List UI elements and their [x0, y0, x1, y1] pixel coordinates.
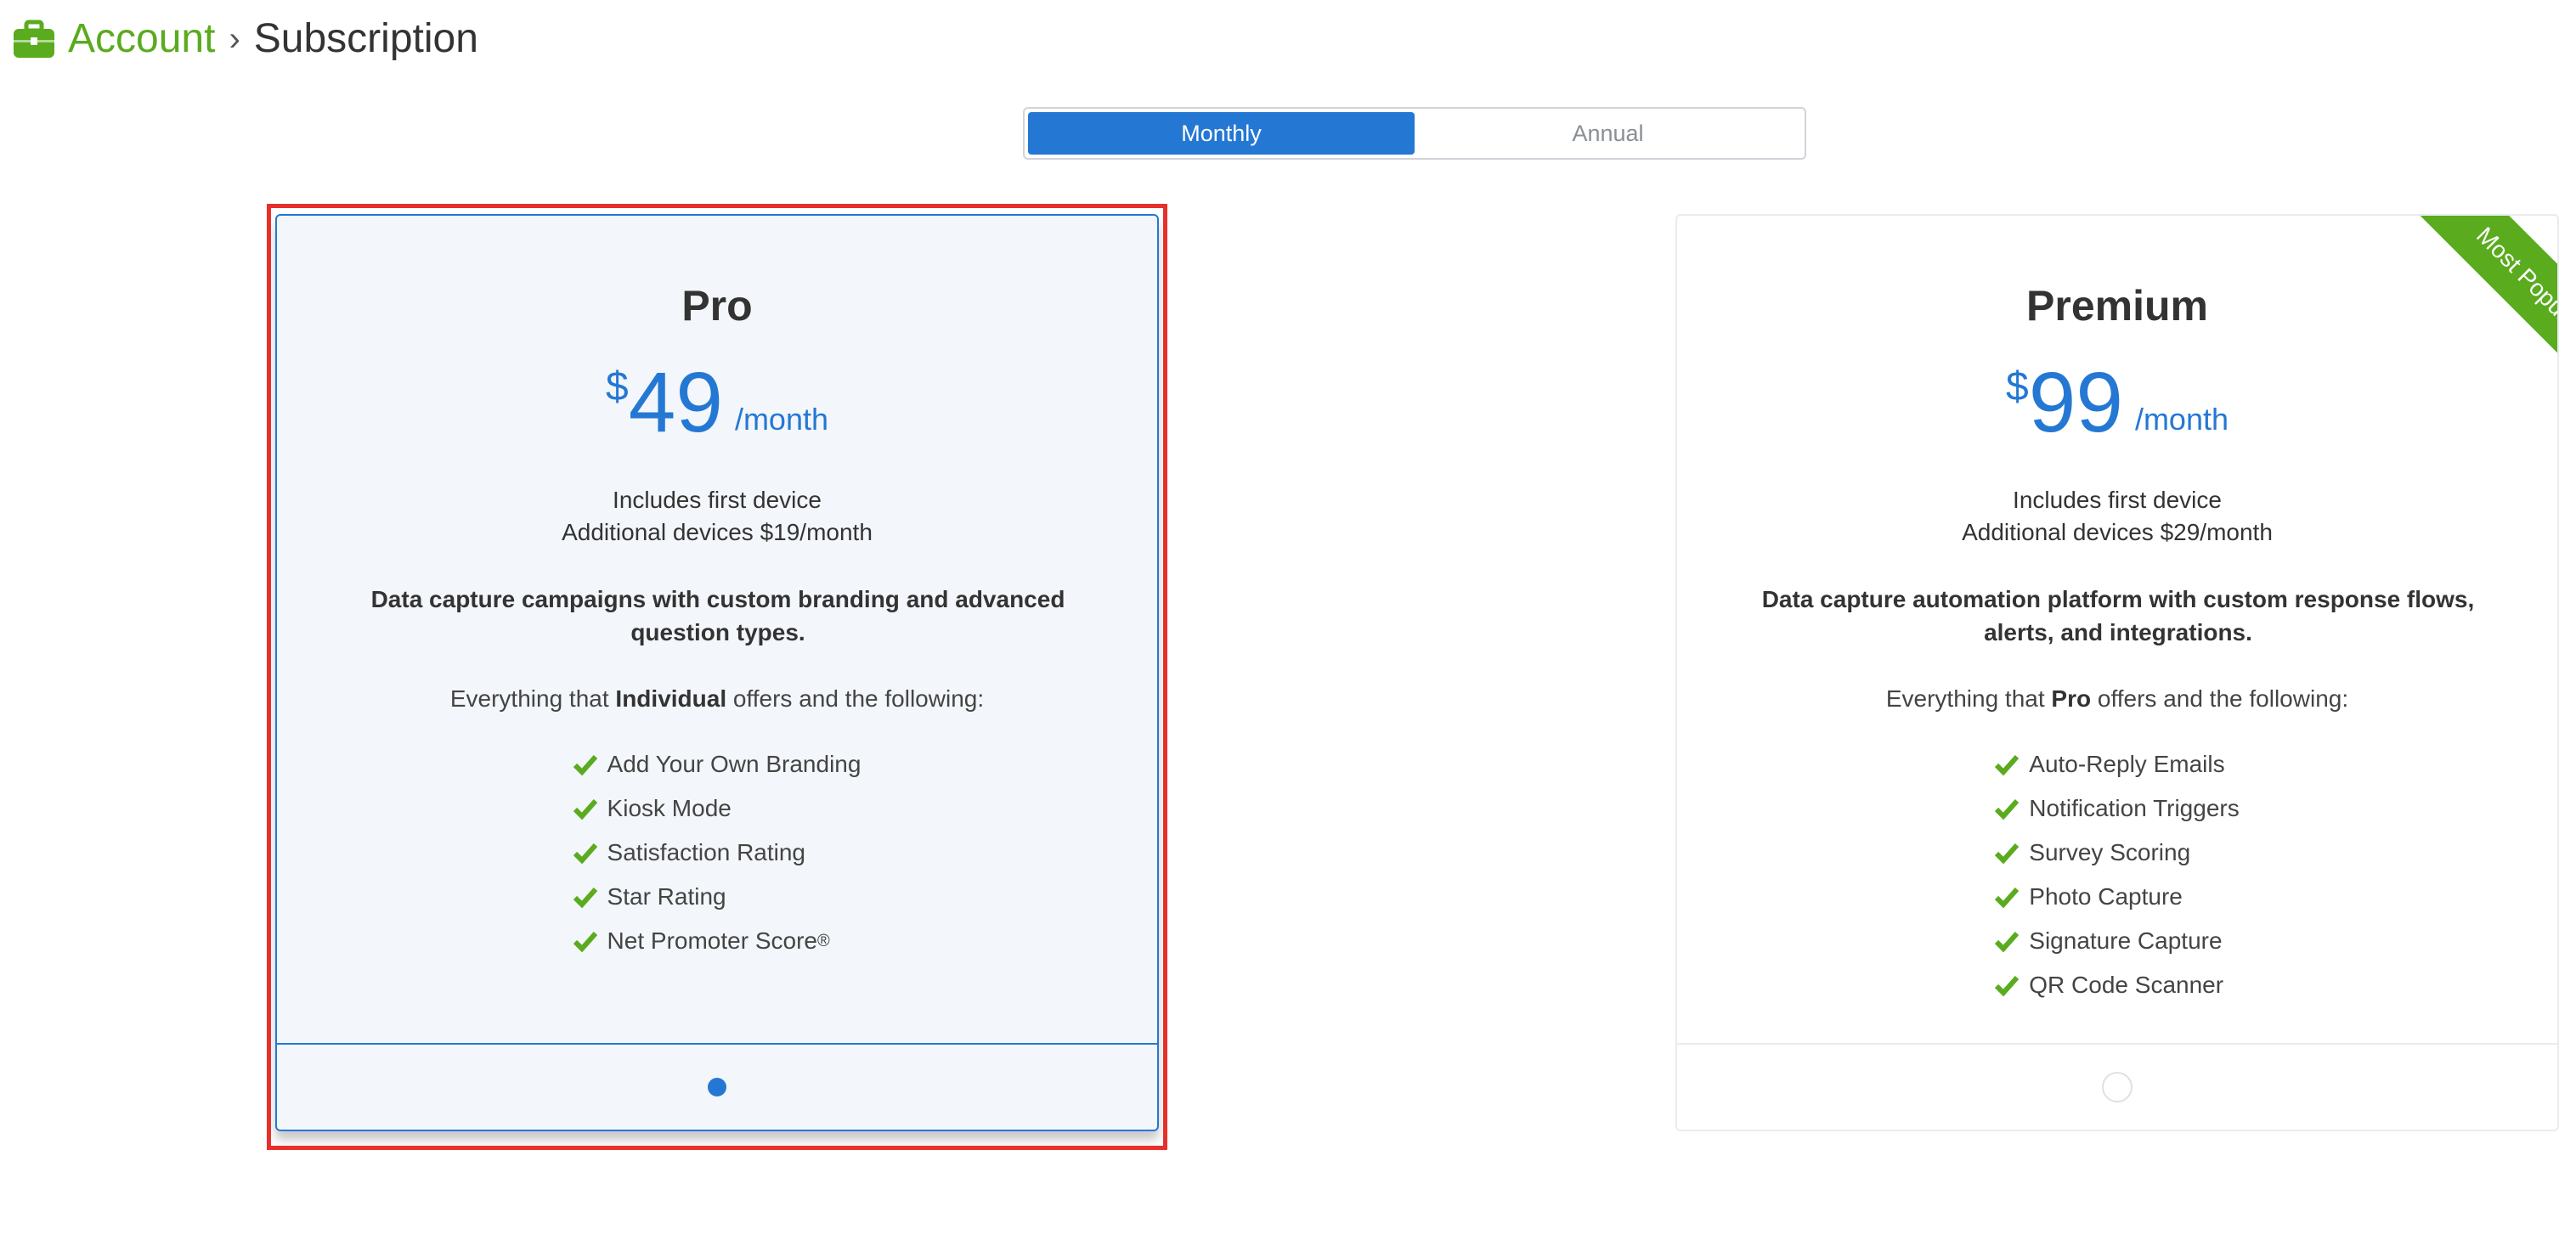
- briefcase-icon: [14, 20, 54, 58]
- check-icon: [1995, 976, 2020, 997]
- ribbon-label: Most Popular: [2405, 216, 2557, 406]
- plan-description: Data capture automation platform with cu…: [1761, 586, 2475, 645]
- feature-item: QR Code Scanner: [1995, 963, 2239, 1007]
- feature-list: Add Your Own Branding Kiosk Mode Satisfa…: [277, 742, 1157, 963]
- device-pricing-line: Includes first device: [613, 487, 822, 513]
- plan-price: $ 49 /month: [277, 360, 1157, 445]
- feature-item: Star Rating: [573, 875, 861, 919]
- billing-period-toggle: Monthly Annual: [1023, 107, 1806, 160]
- price-currency: $: [606, 364, 629, 409]
- breadcrumb: Account › Subscription: [12, 12, 478, 66]
- check-icon: [1995, 932, 2020, 953]
- check-icon: [573, 932, 597, 953]
- feature-label: Notification Triggers: [2029, 795, 2240, 821]
- check-icon: [1995, 843, 2020, 865]
- feature-item: Add Your Own Branding: [573, 742, 861, 786]
- feature-label: Net Promoter Score: [607, 927, 817, 954]
- includes-suffix: offers and the following:: [2091, 685, 2349, 712]
- plan-name: Pro: [681, 282, 753, 330]
- breadcrumb-account-link[interactable]: Account: [68, 12, 215, 66]
- feature-label: Star Rating: [607, 883, 726, 910]
- feature-item: Kiosk Mode: [573, 786, 861, 831]
- feature-label: Survey Scoring: [2029, 839, 2191, 865]
- check-icon: [1995, 799, 2020, 820]
- feature-item: Signature Capture: [1995, 919, 2239, 963]
- price-currency: $: [2006, 364, 2029, 409]
- includes-plan-name: Pro: [2051, 685, 2092, 712]
- feature-item: Survey Scoring: [1995, 831, 2239, 875]
- breadcrumb-separator: ›: [229, 20, 240, 58]
- feature-item: Photo Capture: [1995, 875, 2239, 919]
- device-pricing-line: Includes first device: [2013, 487, 2222, 513]
- feature-label: Add Your Own Branding: [607, 751, 861, 777]
- plan-includes-text: Everything that Pro offers and the follo…: [1677, 683, 2557, 715]
- includes-plan-name: Individual: [615, 685, 727, 712]
- feature-item: Notification Triggers: [1995, 786, 2240, 831]
- plan-select-radio-premium[interactable]: [2102, 1072, 2133, 1102]
- plan-card-pro[interactable]: Pro $ 49 /month Includes first device Ad…: [275, 214, 1159, 1131]
- check-icon: [1995, 888, 2020, 909]
- check-icon: [573, 755, 597, 776]
- device-pricing: Includes first device Additional devices…: [277, 484, 1157, 549]
- plan-card-footer: [277, 1043, 1157, 1130]
- plan-includes-text: Everything that Individual offers and th…: [277, 683, 1157, 715]
- includes-prefix: Everything that: [1885, 685, 2052, 712]
- check-icon: [573, 843, 597, 865]
- feature-label: Satisfaction Rating: [607, 839, 806, 865]
- includes-suffix: offers and the following:: [726, 685, 985, 712]
- plan-card-footer: [1677, 1043, 2557, 1130]
- includes-prefix: Everything that: [449, 685, 616, 712]
- plan-select-radio-pro[interactable]: [708, 1078, 726, 1096]
- plan-card-body: Pro $ 49 /month Includes first device Ad…: [277, 216, 1157, 1046]
- page-title: Subscription: [253, 16, 478, 61]
- feature-label: Photo Capture: [2029, 883, 2183, 910]
- feature-item: Satisfaction Rating: [573, 831, 861, 875]
- feature-label: Kiosk Mode: [607, 795, 732, 821]
- check-icon: [573, 799, 597, 820]
- feature-list: Auto-Reply Emails Notification Triggers …: [1677, 742, 2557, 1007]
- device-pricing: Includes first device Additional devices…: [1677, 484, 2557, 549]
- device-pricing-line: Additional devices $19/month: [562, 519, 873, 545]
- most-popular-ribbon: Most Popular: [2362, 216, 2557, 411]
- plan-card-premium[interactable]: Premium $ 99 /month Includes first devic…: [1675, 214, 2559, 1131]
- feature-item: Net Promoter Score ®: [573, 919, 861, 963]
- annual-option[interactable]: Annual: [1415, 112, 1801, 155]
- check-icon: [1995, 755, 2020, 776]
- feature-label: Auto-Reply Emails: [2029, 751, 2225, 777]
- feature-label: Signature Capture: [2029, 927, 2223, 954]
- price-period: /month: [734, 402, 828, 437]
- price-period: /month: [2134, 402, 2229, 437]
- feature-item: Auto-Reply Emails: [1995, 742, 2239, 786]
- price-amount: 99: [2028, 355, 2123, 450]
- device-pricing-line: Additional devices $29/month: [1962, 519, 2273, 545]
- monthly-option[interactable]: Monthly: [1028, 112, 1415, 155]
- feature-label: QR Code Scanner: [2029, 972, 2224, 998]
- price-amount: 49: [628, 355, 723, 450]
- check-icon: [573, 888, 597, 909]
- plan-description: Data capture campaigns with custom brand…: [370, 586, 1065, 645]
